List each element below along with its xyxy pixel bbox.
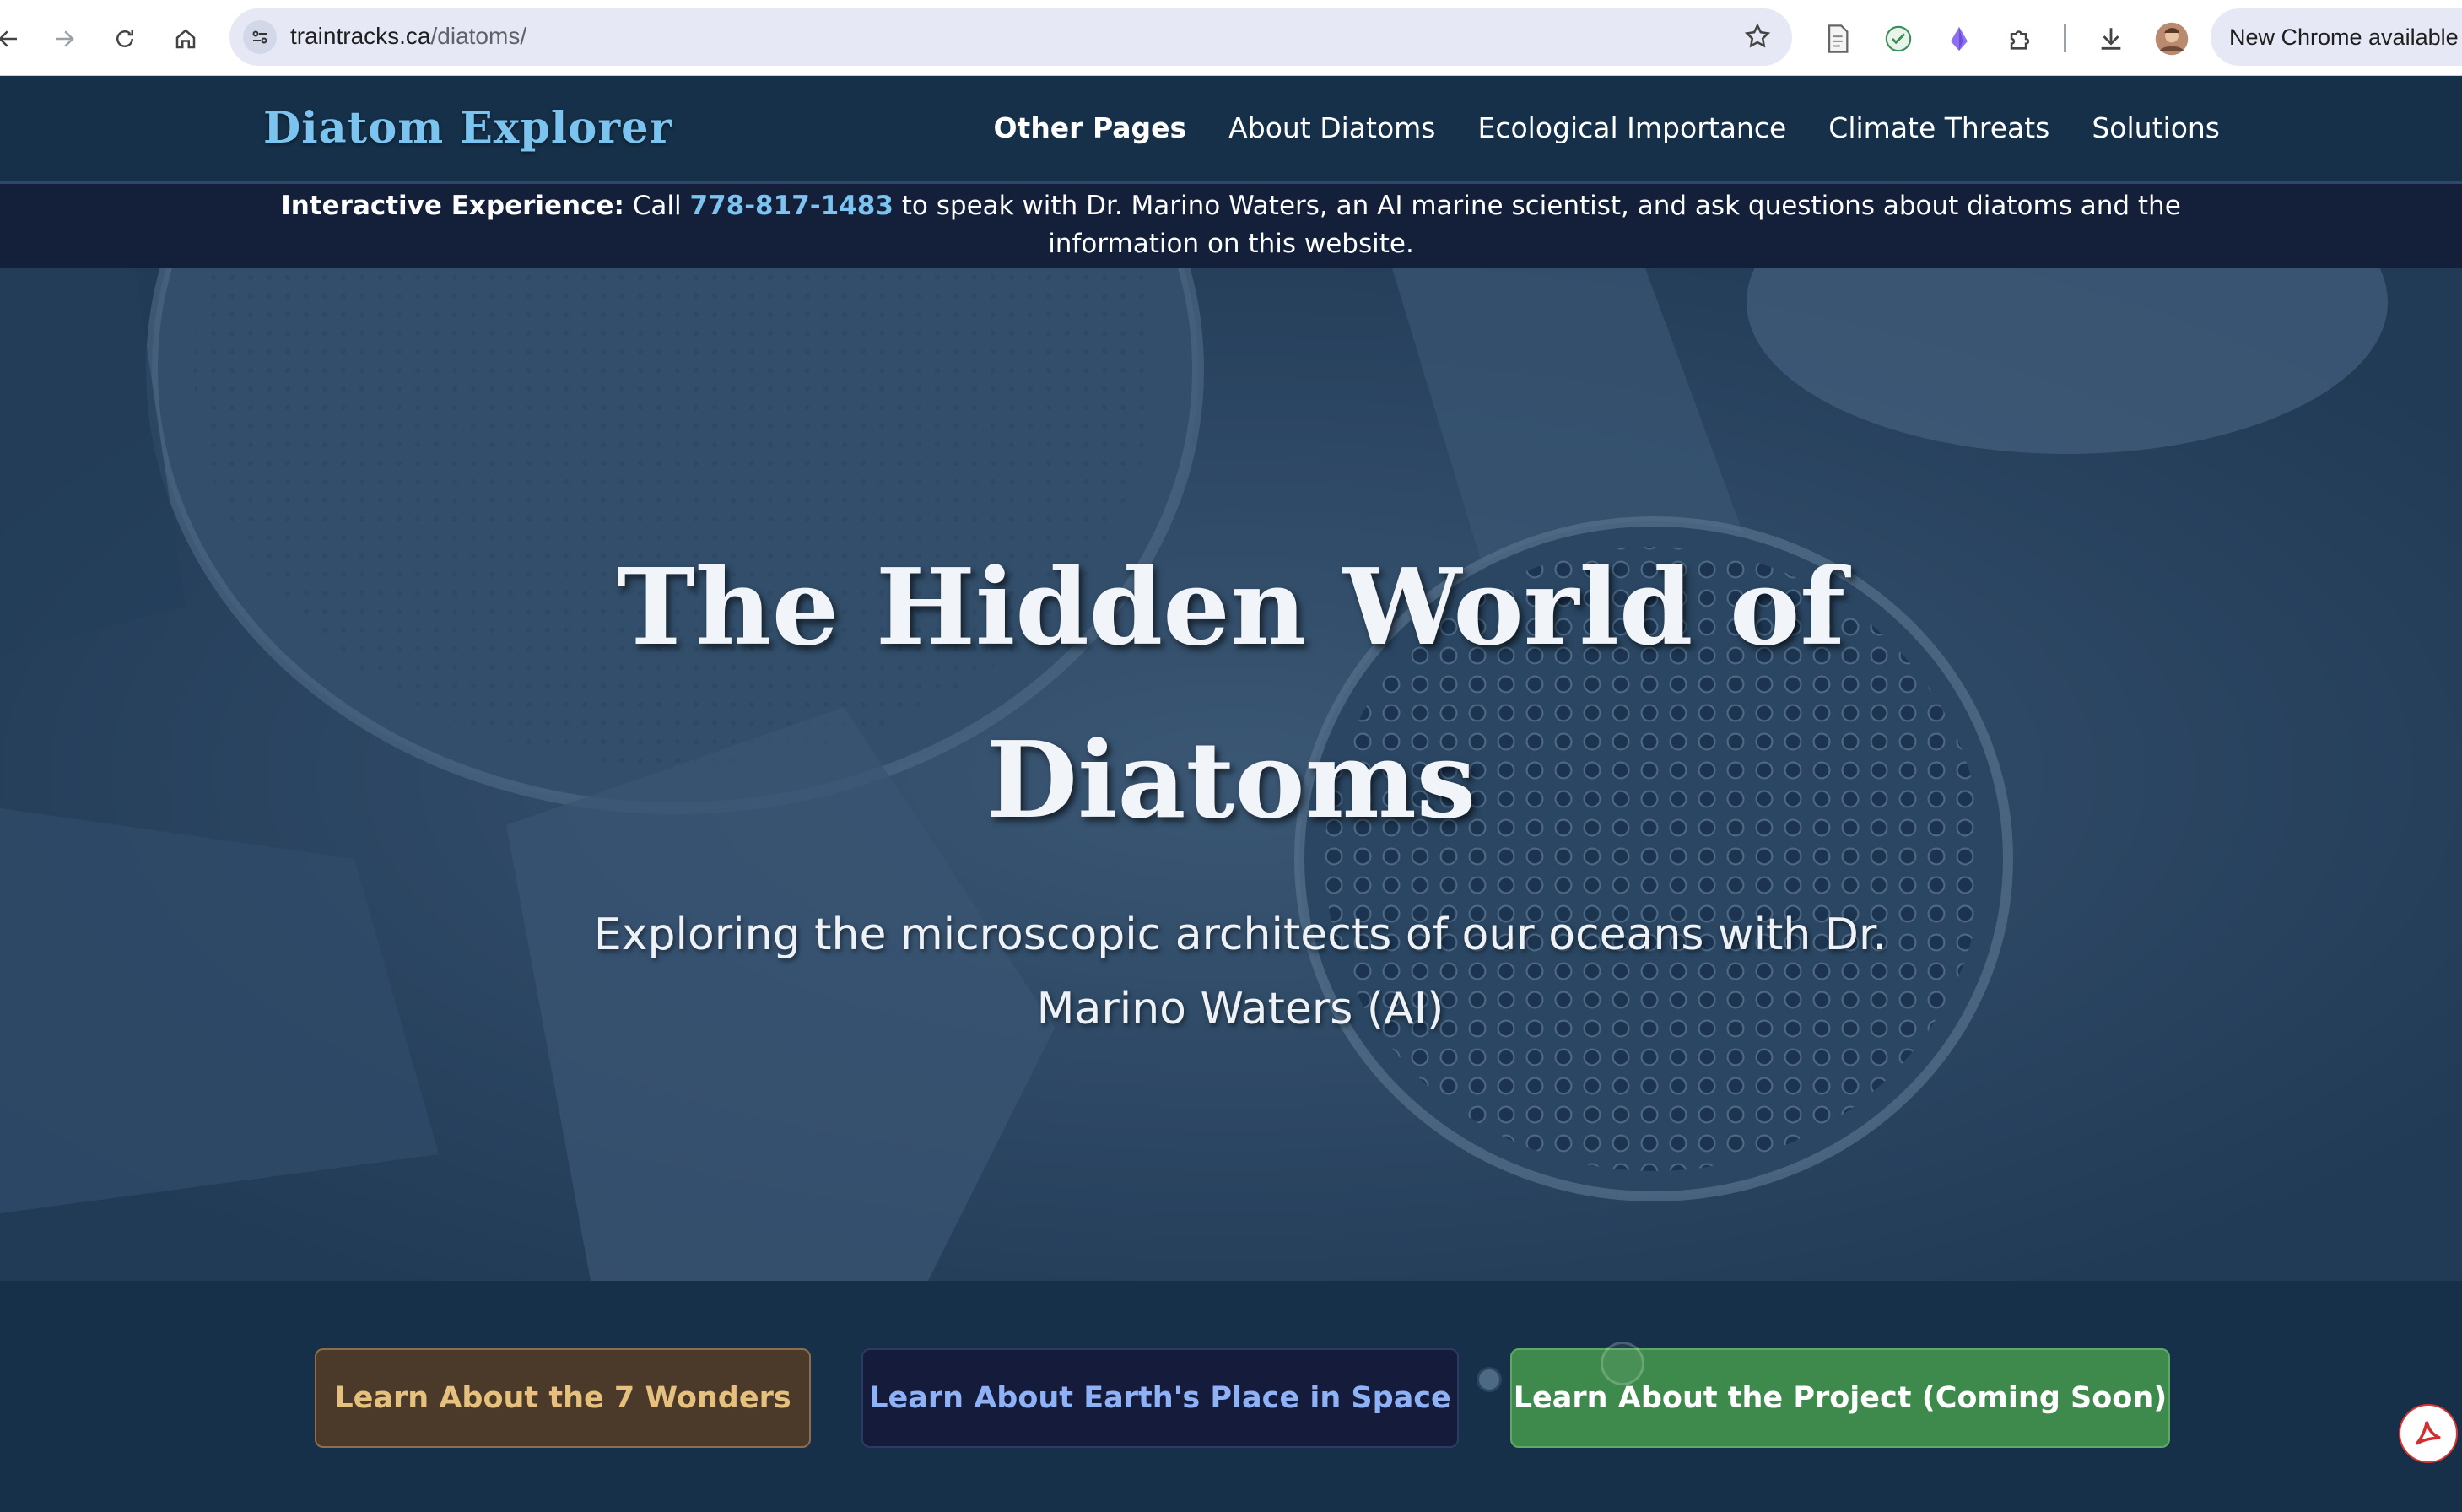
hero-title-line-2: Diatoms — [985, 719, 1477, 842]
download-icon[interactable] — [2091, 19, 2131, 59]
banner-text: to speak with Dr. Marino Waters, an AI m… — [893, 191, 2181, 259]
cta-strip: Learn About the 7 Wonders Learn About Ea… — [0, 1281, 2462, 1512]
extension-green-icon[interactable] — [1878, 19, 1919, 59]
home-icon[interactable] — [165, 19, 206, 59]
hero-section: The Hidden World of Diatoms Exploring th… — [0, 268, 2462, 1281]
nav-climate-threats[interactable]: Climate Threats — [1828, 111, 2049, 144]
earth-place-in-space-button[interactable]: Learn About Earth's Place in Space — [861, 1348, 1459, 1448]
pdf-icon[interactable] — [2399, 1404, 2458, 1463]
main-nav: Other Pages About Diatoms Ecological Imp… — [993, 111, 2220, 144]
nav-about-diatoms[interactable]: About Diatoms — [1228, 111, 1435, 144]
avatar[interactable] — [2152, 19, 2192, 59]
banner-lead: Interactive Experience: — [281, 191, 624, 221]
reload-icon[interactable] — [105, 19, 145, 59]
document-icon[interactable] — [1817, 19, 1858, 59]
interactive-banner: Interactive Experience: Call 778-817-148… — [0, 184, 2462, 268]
toolbar-divider — [2064, 24, 2066, 52]
back-arrow-icon[interactable] — [0, 19, 29, 59]
banner-call: Call — [624, 191, 690, 221]
hero-subtitle: Exploring the microscopic architects of … — [593, 910, 1887, 1034]
url-text[interactable]: traintracks.ca/diatoms/ — [290, 23, 526, 50]
hero-title-line-1: The Hidden World of — [616, 546, 1846, 669]
star-icon[interactable] — [1743, 22, 1772, 54]
seven-wonders-button[interactable]: Learn About the 7 Wonders — [315, 1348, 811, 1448]
cursor-dot — [1477, 1367, 1502, 1392]
forward-arrow-icon[interactable] — [44, 19, 84, 59]
nav-solutions[interactable]: Solutions — [2092, 111, 2220, 144]
site-info-icon[interactable] — [243, 20, 277, 54]
phone-link[interactable]: 778-817-1483 — [689, 191, 893, 221]
site-header: Diatom Explorer Other Pages About Diatom… — [0, 76, 2462, 184]
click-ring — [1601, 1342, 1644, 1385]
browser-toolbar: traintracks.ca/diatoms/ New Chrome avail… — [0, 0, 2462, 76]
puzzle-icon[interactable] — [2000, 19, 2040, 59]
hero-title: The Hidden World of Diatoms — [0, 521, 2462, 867]
site-logo[interactable]: Diatom Explorer — [263, 103, 672, 154]
nav-other-pages[interactable]: Other Pages — [993, 111, 1186, 144]
chrome-update-button[interactable]: New Chrome available — [2211, 8, 2462, 66]
nav-ecological-importance[interactable]: Ecological Importance — [1478, 111, 1787, 144]
url-path: /diatoms/ — [430, 23, 527, 49]
address-bar[interactable]: traintracks.ca/diatoms/ — [229, 8, 1792, 66]
extension-purple-icon[interactable] — [1939, 19, 1979, 59]
url-host: traintracks.ca — [290, 23, 431, 49]
